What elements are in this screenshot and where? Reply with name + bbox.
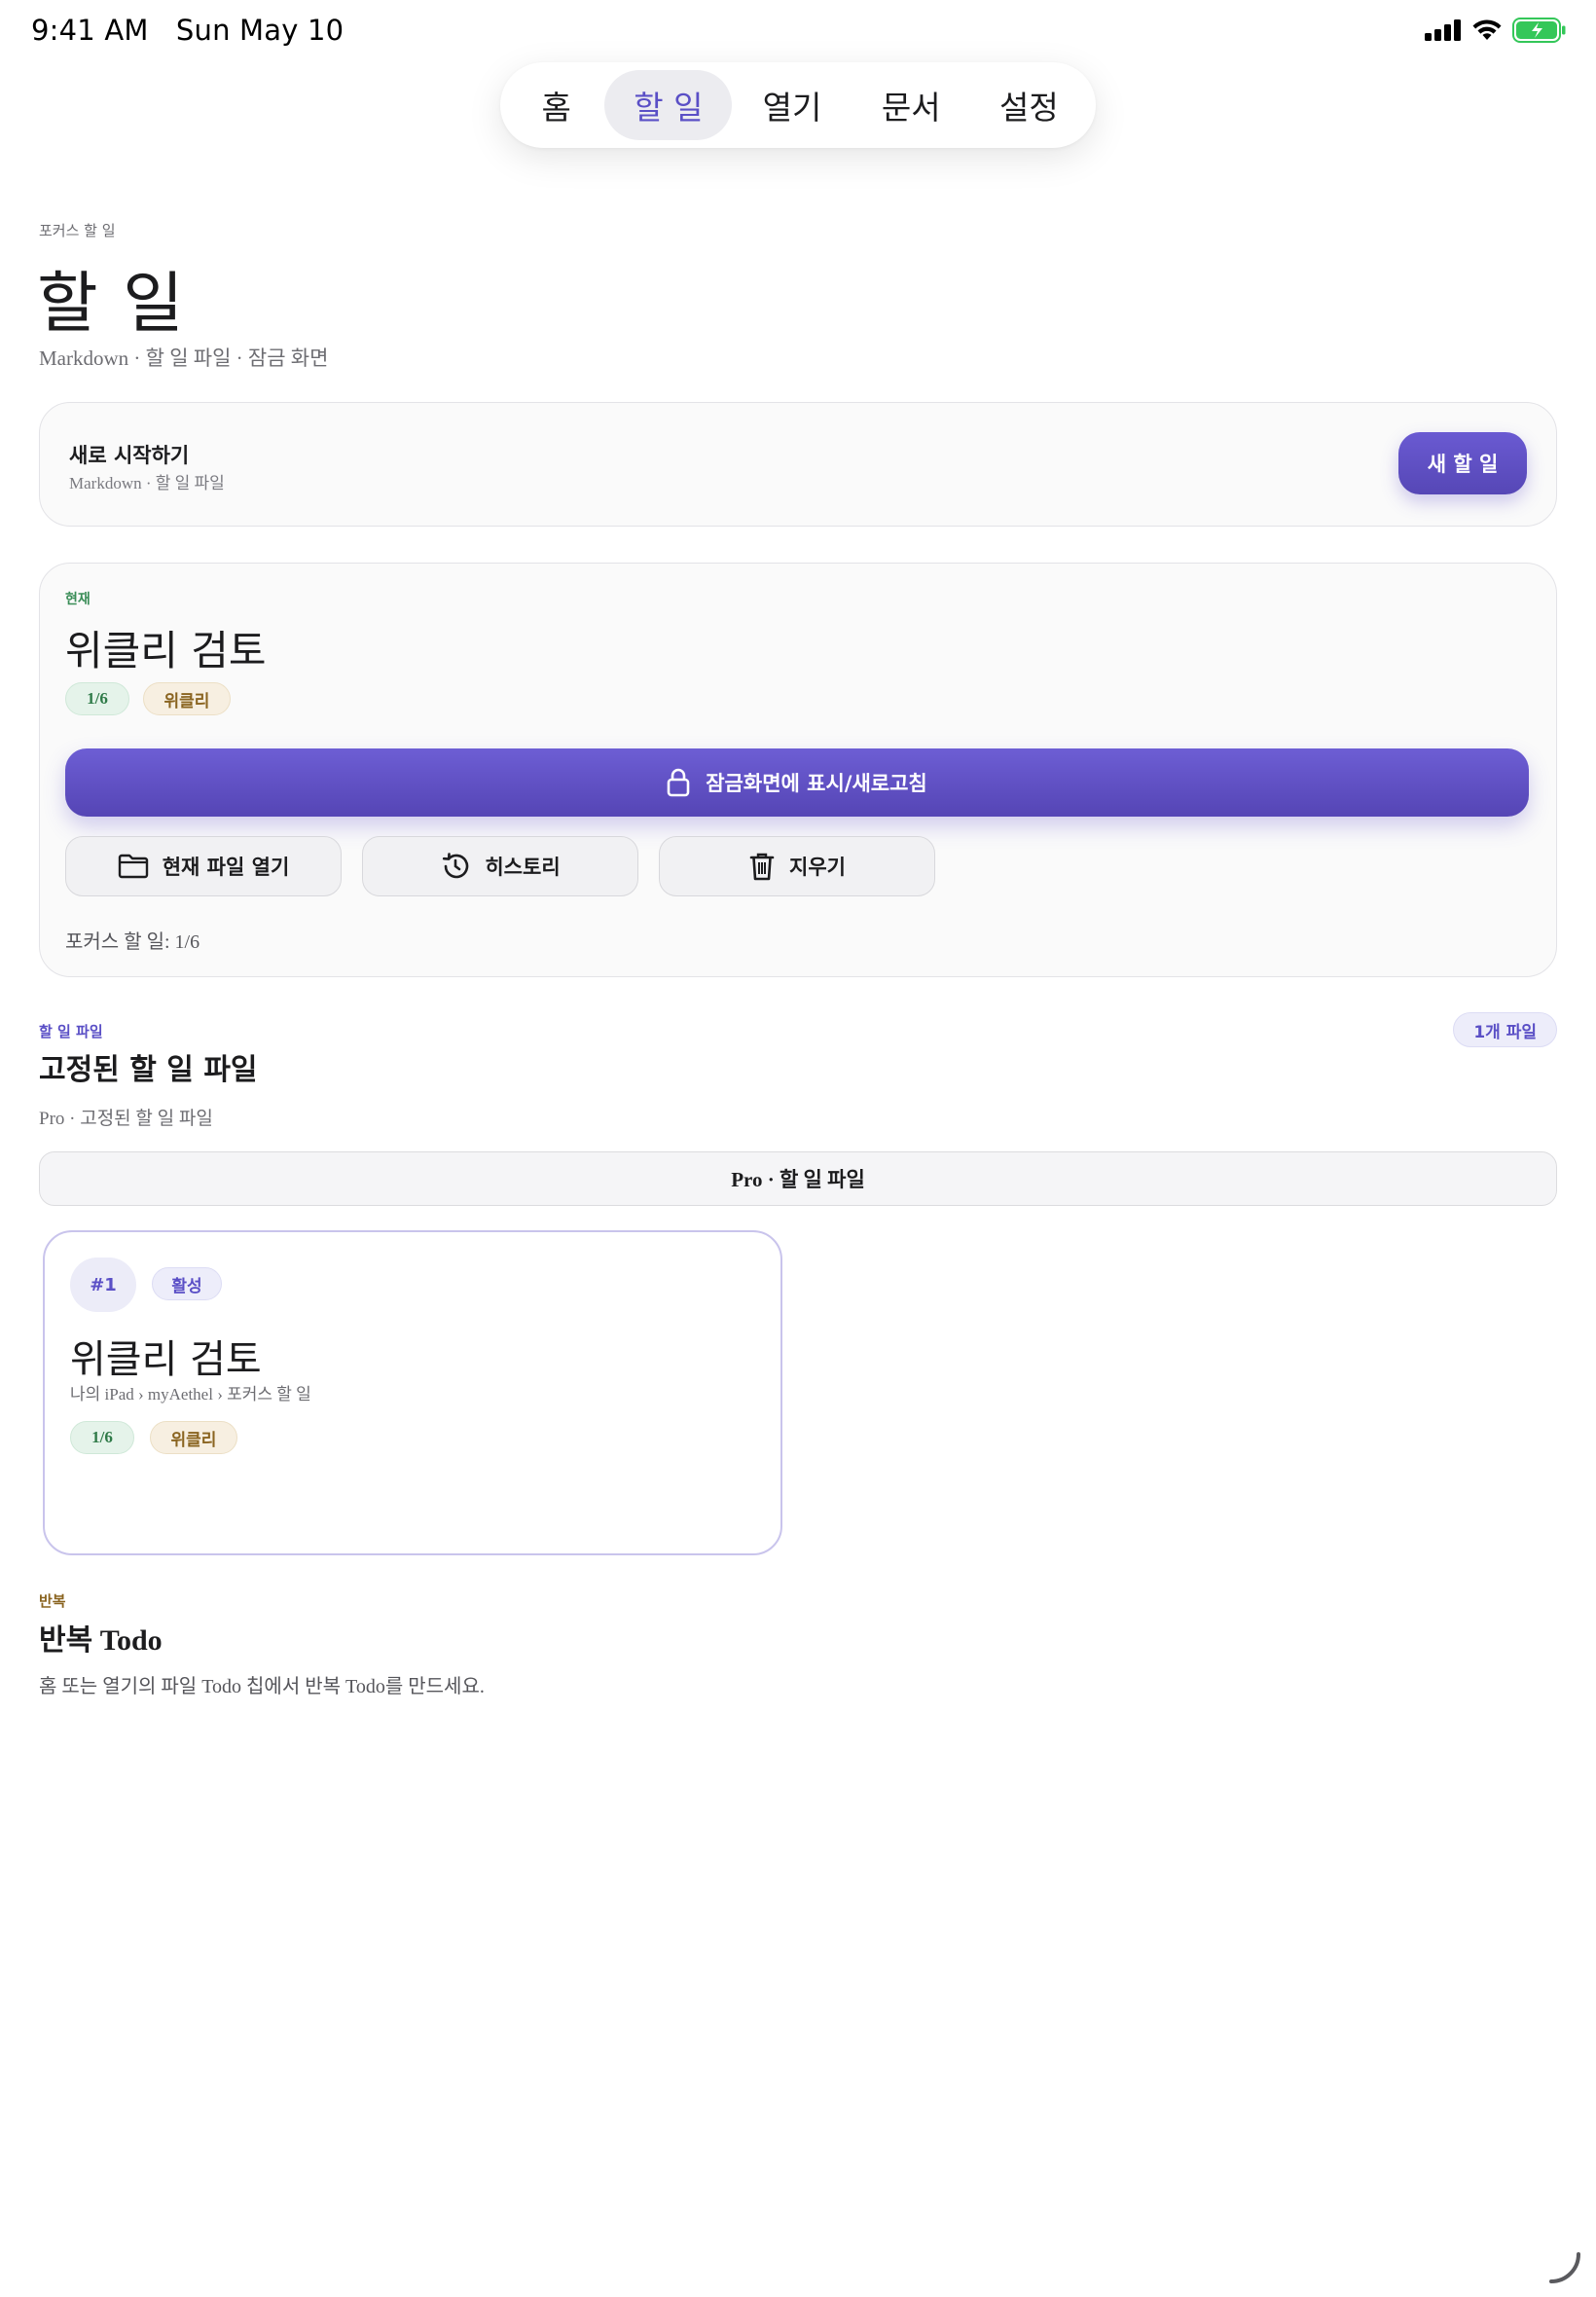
new-start-card: 새로 시작하기 Markdown · 할 일 파일 새 할 일 [39,402,1557,527]
page-eyebrow: 포커스 할 일 [39,222,116,239]
pro-todo-file-bar[interactable]: Pro · 할 일 파일 [39,1151,1557,1206]
tab-todo[interactable]: 할 일 [604,70,733,140]
history-icon [443,853,469,879]
new-todo-button[interactable]: 새 할 일 [1398,432,1527,494]
tab-open[interactable]: 열기 [732,70,852,140]
start-card-title: 새로 시작하기 [69,444,190,467]
open-file-label: 현재 파일 열기 [162,856,290,879]
file-count-badge: 1개 파일 [1453,1012,1557,1047]
pinned-file-card[interactable]: #1 활성 위클리 검토 나의 iPad › myAethel › 포커스 할 … [43,1230,782,1555]
resize-handle-icon[interactable] [1547,2250,1582,2285]
pinned-section-eyebrow: 할 일 파일 [39,1023,103,1040]
pinned-section-title: 고정된 할 일 파일 [39,1053,258,1087]
show-on-lock-screen-button[interactable]: 잠금화면에 표시/새로고침 [65,748,1529,817]
clear-label: 지우기 [789,856,846,879]
pinned-section-description: Pro · 고정된 할 일 파일 [39,1109,213,1129]
file-category-pill: 위클리 [150,1421,237,1454]
page-subtitle: Markdown · 할 일 파일 · 잠금 화면 [39,346,329,370]
active-status-pill: 활성 [152,1267,222,1300]
cellular-signal-icon [1425,19,1461,41]
lock-button-label: 잠금화면에 표시/새로고침 [706,772,927,795]
repeat-section-title: 반복 Todo [39,1624,163,1657]
tab-settings[interactable]: 설정 [970,70,1088,140]
focus-status-text: 포커스 할 일: 1/6 [65,931,200,953]
status-time: 9:41 AM Sun May 10 [31,14,344,47]
status-icons [1425,18,1567,43]
history-button[interactable]: 히스토리 [362,836,638,896]
lock-icon [667,768,690,797]
file-card-title: 위클리 검토 [70,1337,262,1382]
progress-pill: 1/6 [65,682,129,715]
page-title: 할 일 [37,266,186,343]
clear-button[interactable]: 지우기 [659,836,935,896]
status-bar: 9:41 AM Sun May 10 [0,0,1596,62]
top-tab-bar: 홈 할 일 열기 문서 설정 [500,62,1096,148]
history-label: 히스토리 [485,856,561,879]
wifi-icon [1472,19,1502,40]
file-number-badge: #1 [70,1258,136,1312]
file-progress-pill: 1/6 [70,1421,134,1454]
tab-home[interactable]: 홈 [508,70,604,140]
tab-documents[interactable]: 문서 [852,70,970,140]
repeat-section-description: 홈 또는 열기의 파일 Todo 칩에서 반복 Todo를 만드세요. [39,1676,485,1697]
date: Sun May 10 [175,14,345,47]
current-tag: 현재 [65,592,91,607]
battery-charging-icon [1512,18,1566,43]
current-todo-title: 위클리 검토 [65,627,267,675]
file-card-path: 나의 iPad › myAethel › 포커스 할 일 [70,1385,311,1404]
repeat-section-eyebrow: 반복 [39,1592,66,1610]
open-current-file-button[interactable]: 현재 파일 열기 [65,836,342,896]
trash-icon [749,853,775,881]
clock: 9:41 AM [31,14,149,47]
start-card-subtitle: Markdown · 할 일 파일 [69,474,225,492]
folder-icon [118,854,148,879]
current-todo-card: 현재 위클리 검토 1/6 위클리 잠금화면에 표시/새로고침 현재 파일 열기… [39,563,1557,977]
category-pill: 위클리 [143,682,231,715]
